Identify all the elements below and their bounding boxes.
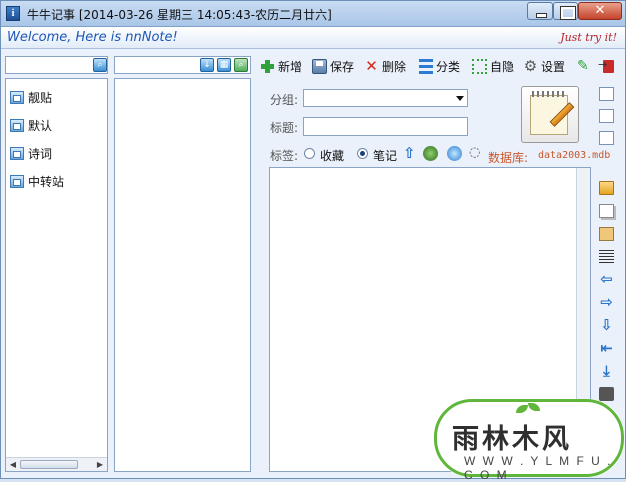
watermark-url: W W W . Y L M F U . C O M	[464, 454, 613, 482]
search-icon[interactable]: ⌕	[93, 58, 107, 72]
settings-icon: ⚙	[523, 56, 538, 75]
title-input[interactable]	[303, 117, 468, 136]
settings-label: 设置	[541, 59, 566, 74]
category-label: 诗词	[28, 146, 53, 161]
settings-button[interactable]: ⚙ 设置	[523, 56, 565, 76]
category-list: 靓贴 默认 诗词 中转站 ◀ ▶	[5, 78, 108, 472]
classify-label: 分类	[436, 59, 461, 74]
title-label: 标题:	[270, 121, 299, 135]
plus-icon	[260, 59, 275, 74]
note-list[interactable]	[114, 78, 251, 472]
folder-icon	[10, 146, 24, 160]
delete-button[interactable]: ✕ 删除	[364, 56, 406, 76]
category-item[interactable]: 诗词	[10, 144, 52, 162]
app-window: i 牛牛记事 [2014-03-26 星期三 14:05:43-农历二月廿六] …	[0, 0, 626, 482]
calendar-icon[interactable]: ▦	[217, 58, 231, 72]
favorite-radio[interactable]	[304, 148, 315, 159]
save-label: 保存	[330, 59, 355, 74]
import-icon[interactable]	[599, 109, 614, 123]
chevron-down-icon	[456, 96, 464, 101]
comment-icon[interactable]: ◌	[469, 146, 484, 161]
database-label: 数据库:	[488, 151, 529, 165]
classify-button[interactable]: 分类	[419, 56, 460, 76]
category-search-input[interactable]: ⌕	[5, 56, 108, 74]
scroll-thumb[interactable]	[20, 460, 78, 469]
add-button[interactable]: 新增	[260, 56, 302, 76]
favorite-label: 收藏	[320, 149, 345, 163]
category-label: 靓贴	[28, 90, 53, 105]
group-label: 分组:	[270, 93, 299, 107]
close-icon: ✕	[594, 3, 606, 18]
window-title: 牛牛记事 [2014-03-26 星期三 14:05:43-农历二月廿六]	[27, 8, 332, 22]
title-bar: i 牛牛记事 [2014-03-26 星期三 14:05:43-农历二月廿六] …	[1, 1, 625, 27]
close-button[interactable]: ✕	[578, 2, 622, 20]
folder-icon	[10, 174, 24, 188]
arrow-left-icon[interactable]: ⇦	[599, 272, 614, 287]
minimize-button[interactable]	[527, 2, 553, 20]
copy-icon[interactable]	[599, 204, 614, 218]
watermark-logo: 雨林木风 W W W . Y L M F U . C O M	[434, 399, 624, 482]
welcome-banner: Welcome, Here is nnNote! Just try it!	[1, 27, 625, 49]
auto-hide-icon	[472, 58, 487, 74]
new-doc-icon[interactable]	[599, 87, 614, 101]
indent-icon[interactable]	[599, 250, 614, 264]
delete-label: 删除	[382, 59, 407, 74]
auto-hide-label: 自隐	[490, 59, 515, 74]
export-icon[interactable]	[599, 131, 614, 145]
folder-icon	[10, 118, 24, 132]
notebook-rings	[532, 91, 566, 97]
jump-first-icon[interactable]: ⇤	[599, 341, 614, 356]
folder-icon	[10, 90, 24, 104]
maximize-button[interactable]	[553, 2, 578, 20]
category-label: 中转站	[28, 174, 65, 189]
arrow-right-icon[interactable]: ⇨	[599, 295, 614, 310]
scroll-left-icon[interactable]: ◀	[7, 459, 19, 470]
database-value: data2003.mdb	[538, 150, 611, 161]
browser-icon[interactable]	[447, 146, 462, 161]
download-icon[interactable]: ⤓	[599, 364, 614, 379]
save-icon	[312, 58, 327, 74]
search-icon[interactable]: ⌕	[234, 58, 248, 72]
paste-icon[interactable]	[599, 227, 614, 241]
category-item[interactable]: 默认	[10, 116, 52, 134]
pin-button[interactable]: ✎	[577, 56, 592, 76]
sort-az-icon[interactable]: ↓	[200, 58, 214, 72]
app-icon: i	[6, 6, 20, 21]
category-label: 默认	[28, 118, 53, 133]
tagline-text: Just try it!	[560, 31, 617, 44]
upload-icon[interactable]: ⇧	[403, 146, 418, 161]
note-label: 笔记	[373, 149, 398, 163]
eraser-icon[interactable]	[599, 387, 614, 401]
watermark-title: 雨林木风	[452, 424, 572, 455]
notebook-logo	[521, 86, 579, 143]
group-select[interactable]	[303, 89, 468, 107]
horizontal-scrollbar[interactable]: ◀ ▶	[6, 457, 107, 471]
arrow-down-icon[interactable]: ⇩	[599, 318, 614, 333]
category-item[interactable]: 靓贴	[10, 88, 52, 106]
category-item[interactable]: 中转站	[10, 172, 64, 190]
open-folder-icon[interactable]	[599, 181, 614, 195]
delete-icon: ✕	[365, 56, 378, 75]
auto-hide-button[interactable]: 自隐	[472, 56, 514, 76]
save-button[interactable]: 保存	[312, 56, 354, 76]
tag-label: 标签:	[270, 149, 299, 163]
pin-icon: ✎	[577, 57, 589, 74]
user-icon[interactable]	[423, 146, 438, 161]
note-radio[interactable]	[357, 148, 368, 159]
scroll-right-icon[interactable]: ▶	[94, 459, 106, 470]
welcome-text: Welcome, Here is nnNote!	[7, 30, 178, 45]
exit-icon	[598, 58, 614, 73]
category-icon	[419, 58, 433, 74]
exit-button[interactable]	[598, 56, 614, 76]
note-search-input[interactable]: ↓ ▦ ⌕	[114, 56, 251, 74]
add-label: 新增	[278, 59, 303, 74]
